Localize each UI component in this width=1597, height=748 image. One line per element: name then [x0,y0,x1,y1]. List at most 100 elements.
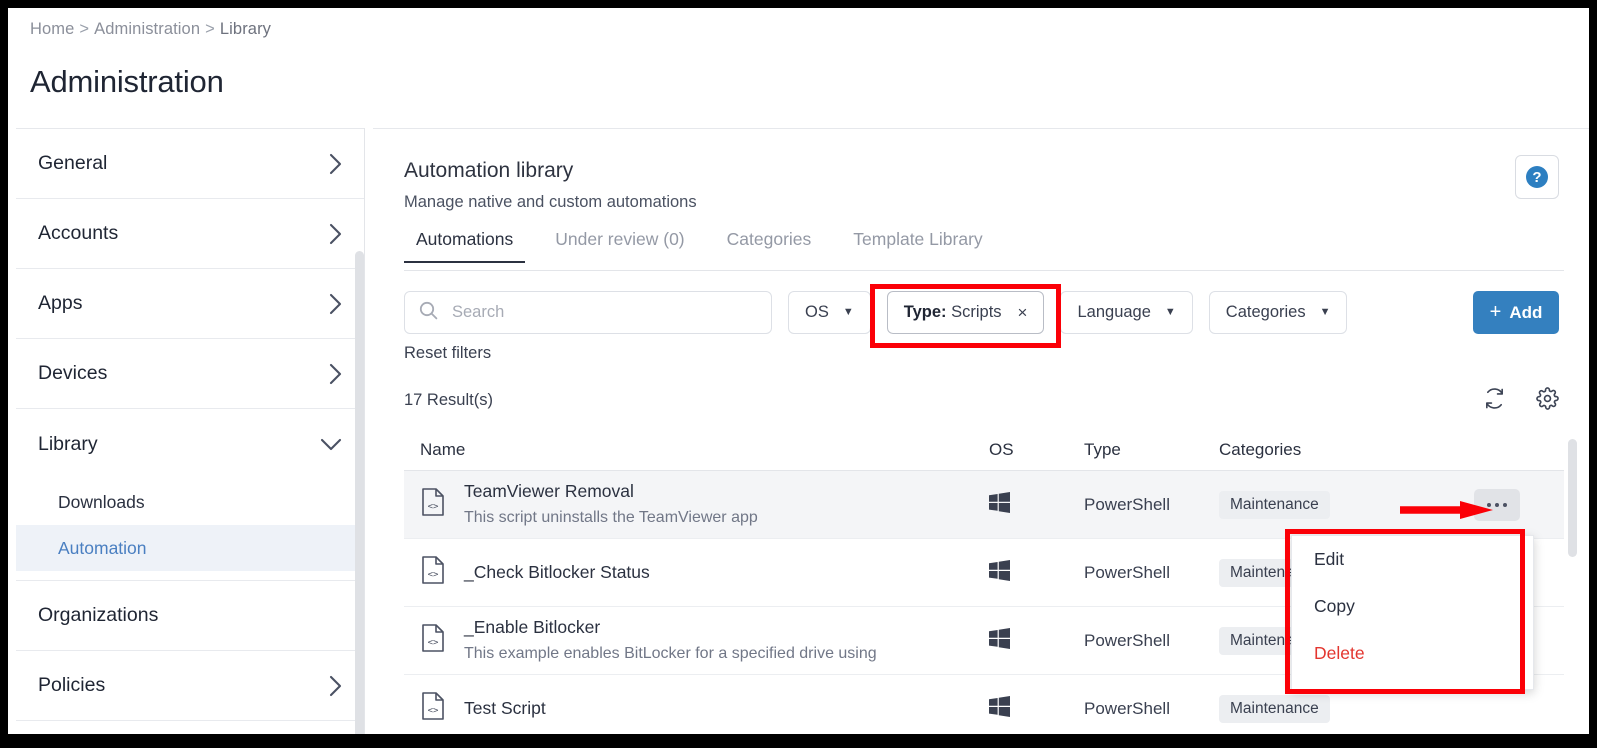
application-page: Home>Administration>Library Administrati… [8,8,1589,734]
type-filter-label: Type: [904,303,947,321]
sidebar-item-label: Library [38,433,320,456]
search-icon [419,301,438,325]
plus-icon: + [1490,301,1502,324]
column-header-os: OS [989,440,1084,460]
chevron-down-icon: ▼ [1320,307,1331,318]
close-icon[interactable]: × [1018,303,1028,323]
column-header-name: Name [404,440,989,460]
panel-subtitle: Manage native and custom automations [404,193,697,212]
type-filter-value: Scripts [951,303,1001,321]
breadcrumb-item-library[interactable]: Library [220,20,271,38]
result-count: 17 Result(s) [404,391,493,410]
row-os [989,492,1084,518]
chevron-down-icon [320,438,342,451]
sidebar-item-label: Devices [38,362,329,385]
row-actions-menu-button[interactable] [1474,489,1520,521]
row-name: _Enable Bitlocker [464,616,877,640]
categories-filter-dropdown[interactable]: Categories ▼ [1209,291,1348,334]
breadcrumb-separator: > [205,20,215,38]
sidebar-scrollbar[interactable] [355,251,364,734]
row-type: PowerShell [1084,563,1170,582]
language-filter-dropdown[interactable]: Language ▼ [1060,291,1192,334]
screenshot-frame: Home>Administration>Library Administrati… [0,0,1597,748]
row-name: Test Script [464,697,546,721]
gear-icon[interactable] [1536,387,1559,410]
row-type: PowerShell [1084,699,1170,718]
column-header-categories: Categories [1219,440,1474,460]
sidebar-item-downloads[interactable]: Downloads [16,479,364,525]
add-button[interactable]: + Add [1473,291,1559,334]
table-scrollbar[interactable] [1568,439,1577,557]
sidebar-subitem-label: Automation [58,538,147,559]
script-file-icon: <> [420,555,446,590]
svg-text:<>: <> [428,570,439,580]
chevron-down-icon: ▼ [843,307,854,318]
row-os [989,628,1084,654]
search-field[interactable] [404,291,772,334]
chevron-right-icon [329,293,342,315]
sidebar-item-label: Apps [38,292,329,315]
sidebar-item-organizations[interactable]: Organizations [16,581,364,651]
sidebar-item-automation[interactable]: Automation [16,525,364,571]
svg-text:<>: <> [428,706,439,716]
tab-template-library[interactable]: Template Library [841,229,994,262]
sidebar-item-general[interactable]: General [16,129,364,199]
os-filter-label: OS [805,303,829,322]
table-row[interactable]: <> TeamViewer Removal This script uninst… [404,471,1564,539]
tab-automations[interactable]: Automations [404,229,525,262]
sidebar-subitem-label: Downloads [58,492,145,513]
refresh-icon[interactable] [1483,387,1506,410]
script-file-icon: <> [420,623,446,658]
script-file-icon: <> [420,691,446,726]
row-description: This example enables BitLocker for a spe… [464,643,877,665]
windows-icon [989,500,1010,517]
row-type: PowerShell [1084,631,1170,650]
chevron-right-icon [329,363,342,385]
breadcrumb-item-home[interactable]: Home [30,20,74,38]
sidebar-item-library[interactable]: Library [16,409,364,479]
sidebar-item-policies[interactable]: Policies [16,651,364,721]
breadcrumb-item-administration[interactable]: Administration [94,20,200,38]
chevron-right-icon [329,223,342,245]
tab-under-review[interactable]: Under review (0) [543,229,696,262]
tab-bar: Automations Under review (0) Categories … [404,229,1564,271]
type-filter-text: Type: Scripts [904,303,1002,322]
windows-icon [989,704,1010,721]
search-input[interactable] [450,302,750,323]
filter-bar: OS ▼ Type: Scripts × Language ▼ Categori… [404,291,1347,334]
sidebar: General Accounts Apps Devices Library [16,128,364,734]
windows-icon [989,636,1010,653]
page-title: Administration [30,64,224,100]
sidebar-item-label: Accounts [38,222,329,245]
language-filter-label: Language [1077,303,1150,322]
sidebar-item-devices[interactable]: Devices [16,339,364,409]
reset-filters-link[interactable]: Reset filters [404,344,491,363]
row-os [989,696,1084,722]
row-name: _Check Bitlocker Status [464,561,650,585]
table-toolbar [1483,387,1559,410]
type-filter-chip[interactable]: Type: Scripts × [887,291,1045,334]
context-menu-item-copy[interactable]: Copy [1292,583,1533,630]
context-menu-item-delete[interactable]: Delete [1292,630,1533,677]
context-menu-item-edit[interactable]: Edit [1292,536,1533,583]
sidebar-item-label: Organizations [38,604,342,627]
script-file-icon: <> [420,487,446,522]
help-button[interactable]: ? [1515,155,1559,199]
add-button-label: Add [1509,303,1542,323]
row-category-badge: Maintenance [1219,695,1330,723]
svg-text:<>: <> [428,502,439,512]
row-name: TeamViewer Removal [464,480,758,504]
tab-categories[interactable]: Categories [715,229,824,262]
sidebar-divider [16,571,364,581]
question-mark-icon: ? [1526,166,1548,188]
sidebar-main-divider [364,128,365,734]
panel-title: Automation library [404,159,573,183]
os-filter-dropdown[interactable]: OS ▼ [788,291,871,334]
row-os [989,560,1084,586]
sidebar-item-apps[interactable]: Apps [16,269,364,339]
row-type: PowerShell [1084,495,1170,514]
breadcrumb: Home>Administration>Library [30,20,271,39]
table-header-row: Name OS Type Categories [404,429,1564,471]
column-header-type: Type [1084,440,1219,460]
sidebar-item-accounts[interactable]: Accounts [16,199,364,269]
